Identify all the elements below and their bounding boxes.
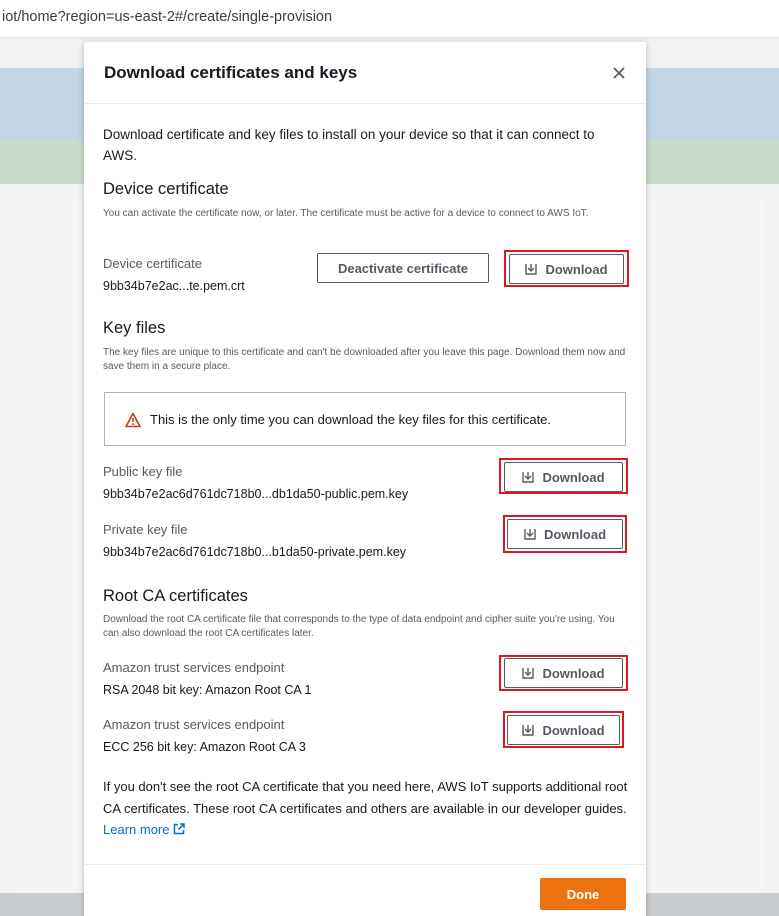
key-files-heading: Key files (103, 319, 166, 337)
warning-text: This is the only time you can download t… (150, 412, 552, 427)
ecc-endpoint-label: Amazon trust services endpoint (103, 717, 285, 732)
modal-intro-text: Download certificate and key files to in… (103, 127, 595, 163)
done-button[interactable]: Done (540, 878, 626, 910)
device-certificate-description: You can activate the certificate now, or… (103, 208, 589, 219)
private-key-download-button[interactable]: Download (507, 519, 623, 549)
close-icon[interactable] (608, 62, 630, 84)
download-label: Download (542, 722, 605, 738)
done-label: Done (566, 886, 600, 902)
download-label: Download (542, 469, 605, 485)
private-key-file: 9bb34b7e2ac6d761dc718b0...b1da50-private… (103, 545, 407, 559)
public-key-label: Public key file (103, 464, 183, 479)
url-text[interactable]: iot/home?region=us-east-2#/create/single… (2, 9, 332, 25)
rsa-root-ca-download-button[interactable]: Download (504, 658, 623, 688)
rsa-endpoint-label: Amazon trust services endpoint (103, 660, 285, 675)
root-ca-description: Download the root CA certificate file th… (103, 614, 615, 639)
public-key-download-button[interactable]: Download (504, 462, 623, 492)
external-link-icon[interactable] (173, 820, 186, 835)
modal-header: Download certificates and keys (84, 42, 646, 104)
learn-more-link[interactable]: Learn more (103, 822, 169, 837)
deactivate-certificate-label: Deactivate certificate (337, 260, 469, 276)
browser-url-bar[interactable]: iot/home?region=us-east-2#/create/single… (0, 0, 779, 38)
footnote-text: If you don't see the root CA certificate… (103, 779, 628, 816)
download-label: Download (543, 526, 607, 542)
key-files-description: The key files are unique to this certifi… (103, 347, 626, 372)
ecc-root-ca-value: ECC 256 bit key: Amazon Root CA 3 (103, 740, 306, 754)
ecc-root-ca-download-button[interactable]: Download (507, 715, 620, 745)
private-key-label: Private key file (103, 522, 188, 537)
download-icon (525, 263, 538, 275)
download-label: Download (542, 665, 605, 681)
download-icon (522, 724, 535, 736)
key-files-warning-alert: This is the only time you can download t… (104, 392, 626, 446)
download-certificates-modal: Download certificates and keys Download … (84, 42, 646, 916)
deactivate-certificate-button[interactable]: Deactivate certificate (317, 253, 489, 283)
device-certificate-file: 9bb34b7e2ac...te.pem.crt (103, 279, 245, 293)
download-icon (522, 667, 535, 679)
rsa-root-ca-value: RSA 2048 bit key: Amazon Root CA 1 (103, 683, 312, 697)
modal-footer-divider (84, 864, 646, 865)
warning-icon (125, 412, 141, 428)
download-icon (522, 471, 535, 483)
device-certificate-label: Device certificate (103, 256, 202, 271)
root-ca-heading: Root CA certificates (103, 587, 248, 605)
modal-title: Download certificates and keys (104, 63, 358, 82)
public-key-file: 9bb34b7e2ac6d761dc718b0...db1da50-public… (103, 487, 409, 501)
root-ca-footnote: If you don't see the root CA certificate… (103, 776, 633, 841)
download-label: Download (545, 261, 608, 277)
download-icon (524, 528, 536, 540)
device-certificate-download-button[interactable]: Download (509, 254, 624, 284)
device-certificate-heading: Device certificate (103, 180, 229, 198)
